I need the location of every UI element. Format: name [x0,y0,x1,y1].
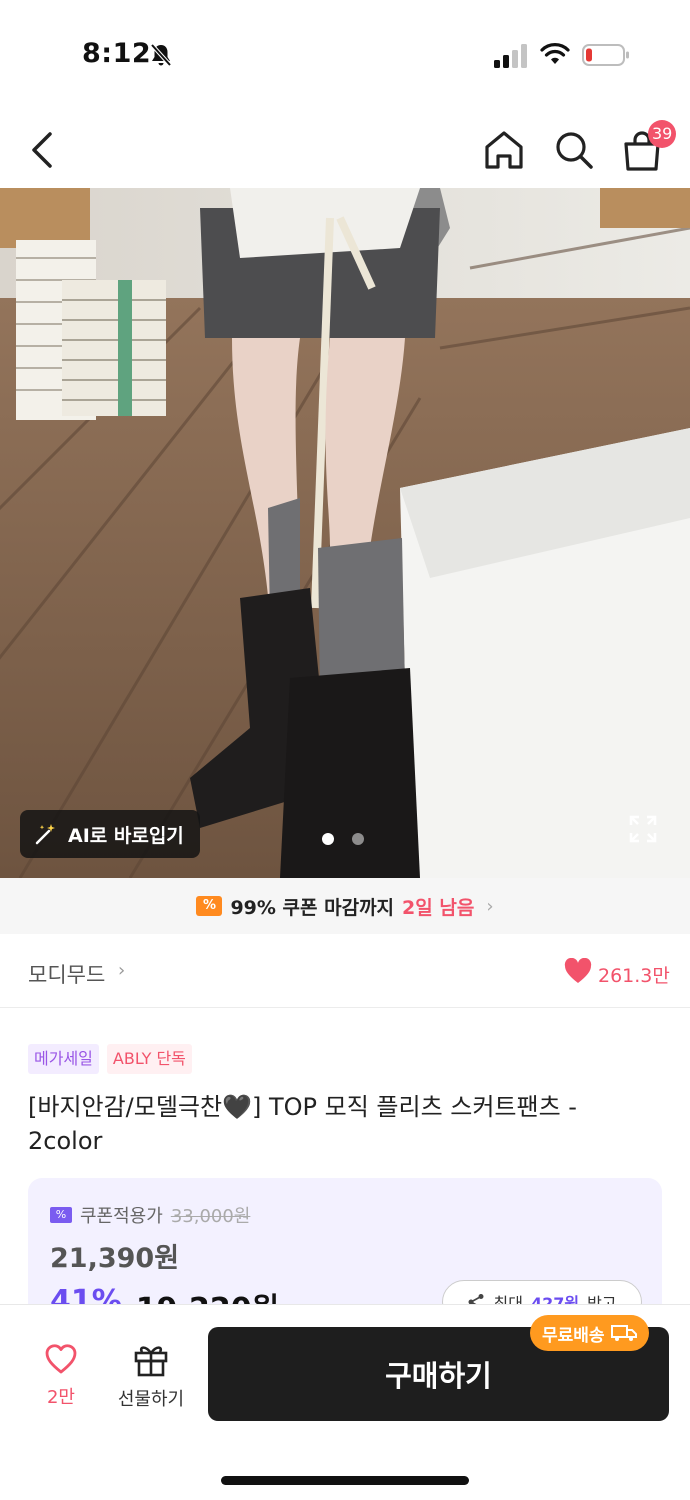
coupon-days-left: 2일 남음 [402,896,475,919]
wishlist-count: 2만 [46,1387,75,1408]
coupon-ticket-icon: % [196,896,223,916]
coupon-price-row: % 쿠폰적용가 33,000원 [50,1202,250,1228]
status-time: 8:12 [82,38,152,69]
coupon-price-label: 쿠폰적용가 [80,1206,163,1227]
mega-sale-tag: 메가세일 [28,1044,99,1074]
gift-icon [134,1346,168,1377]
gift-button[interactable]: 선물하기 [112,1343,190,1411]
coupon-applied-price: 21,390원 [50,1243,180,1274]
product-title: [바지안감/모델극찬🖤] TOP 모직 플리츠 스커트팬츠 - 2color [28,1093,577,1155]
heart-icon [564,958,592,983]
free-shipping-label: 무료배송 [542,1325,605,1346]
free-shipping-badge: 무료배송 [530,1315,649,1351]
wifi-icon [540,43,570,64]
store-name-link[interactable]: 모디무드 [28,959,105,989]
product-photo [0,188,690,878]
coupon-deadline-banner[interactable]: % 99% 쿠폰 마감까지 2일 남음 › [0,878,690,934]
coupon-ticket-icon: % [50,1207,72,1223]
status-bar: 8:12 [0,0,690,110]
store-row: 모디무드 › 261.3만 [0,934,690,1008]
ai-try-on-label: AI로 바로입기 [68,824,184,847]
product-image[interactable] [0,188,690,878]
top-nav [0,110,690,188]
buy-button-label: 구매하기 [385,1359,492,1393]
heart-outline-icon [45,1344,77,1374]
wishlist-button[interactable]: 2만 [30,1343,92,1409]
ably-exclusive-tag: ABLY 단독 [106,1044,192,1074]
carousel-dots [322,833,364,845]
home-indicator [221,1476,469,1485]
bell-slash-icon [150,43,172,67]
cellular-signal-icon [494,44,527,68]
original-price: 33,000원 [170,1206,251,1227]
bottom-action-bar: 2만 선물하기 구매하기 무료배송 [0,1304,690,1500]
chevron-left-icon[interactable] [22,128,66,172]
carousel-dot-2[interactable] [352,833,364,845]
gift-label: 선물하기 [117,1389,185,1410]
chevron-right-icon: › [486,895,494,917]
delivery-truck-icon [610,1325,637,1341]
magic-wand-icon [35,824,55,845]
store-like-count: 261.3만 [598,965,670,987]
expand-icon[interactable] [628,814,658,844]
carousel-dot-1[interactable] [322,833,334,845]
search-icon[interactable] [552,128,596,172]
chevron-right-icon: › [118,960,126,981]
product-tags: 메가세일 ABLY 단독 [28,1044,192,1074]
coupon-banner-text: 99% 쿠폰 마감까지 [230,896,395,919]
home-icon[interactable] [482,128,526,172]
ai-try-on-button[interactable]: AI로 바로입기 [20,810,200,858]
battery-low-icon [582,44,629,66]
